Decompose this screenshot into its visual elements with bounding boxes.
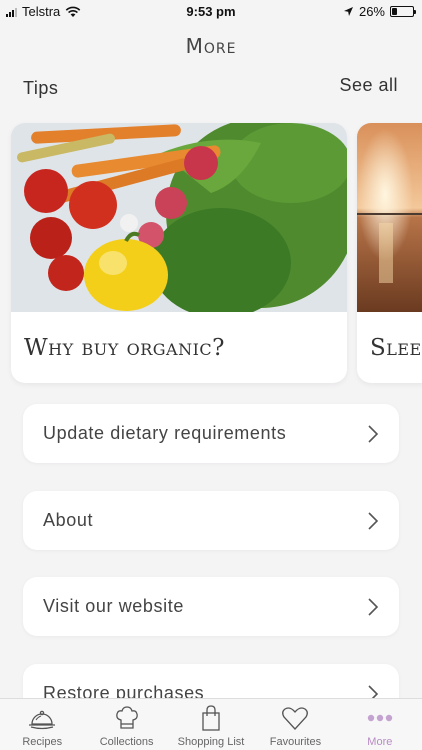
tip-card-sleep[interactable]: Sleep xyxy=(357,123,422,383)
battery-icon xyxy=(390,6,416,17)
tab-favourites[interactable]: Favourites xyxy=(253,699,337,750)
tab-label: More xyxy=(367,736,393,748)
tip-card-title: Why buy organic? xyxy=(24,335,225,361)
tab-label: Collections xyxy=(99,736,154,748)
about-button[interactable]: About xyxy=(23,491,399,550)
menu-item-label: Update dietary requirements xyxy=(43,423,287,443)
status-right: 26% xyxy=(343,4,416,19)
page-title: More xyxy=(185,34,237,58)
status-bar: Telstra 9:53 pm 26% xyxy=(0,0,422,22)
battery-percent: 26% xyxy=(358,4,385,19)
location-arrow-icon xyxy=(343,7,353,16)
heart-icon xyxy=(282,707,309,730)
tab-label: Shopping List xyxy=(177,736,245,748)
menu-item-label: About xyxy=(43,510,94,530)
chevron-right-icon xyxy=(368,424,379,443)
tab-label: Recipes xyxy=(22,736,63,748)
see-all-link[interactable]: See all xyxy=(339,75,398,96)
tab-recipes[interactable]: Recipes xyxy=(0,699,84,750)
tips-carousel[interactable]: Why buy organic? Slee xyxy=(11,123,422,384)
tab-more[interactable]: More xyxy=(338,699,422,750)
menu-item-label: Visit our website xyxy=(43,596,184,616)
more-dots-icon xyxy=(367,714,393,722)
tip-card-organic[interactable]: Why buy organic? xyxy=(11,123,347,383)
chef-hat-icon xyxy=(115,706,138,729)
tab-shopping-list[interactable]: Shopping List xyxy=(169,699,253,750)
tips-heading: Tips xyxy=(23,78,59,98)
update-dietary-requirements-button[interactable]: Update dietary requirements xyxy=(23,404,399,463)
tab-bar: Recipes Collections Shopping List Favour… xyxy=(0,698,422,750)
tab-label: Favourites xyxy=(269,736,322,748)
chevron-right-icon xyxy=(368,511,379,530)
battery-level xyxy=(392,8,398,15)
sunset-image xyxy=(357,123,422,312)
visit-website-button[interactable]: Visit our website xyxy=(23,577,399,636)
tab-collections[interactable]: Collections xyxy=(84,699,168,750)
cloche-icon xyxy=(29,710,56,730)
vegetables-image xyxy=(11,123,347,312)
chevron-right-icon xyxy=(368,597,379,616)
shopping-bag-icon xyxy=(202,705,220,731)
tip-card-title: Sleep xyxy=(370,335,422,361)
